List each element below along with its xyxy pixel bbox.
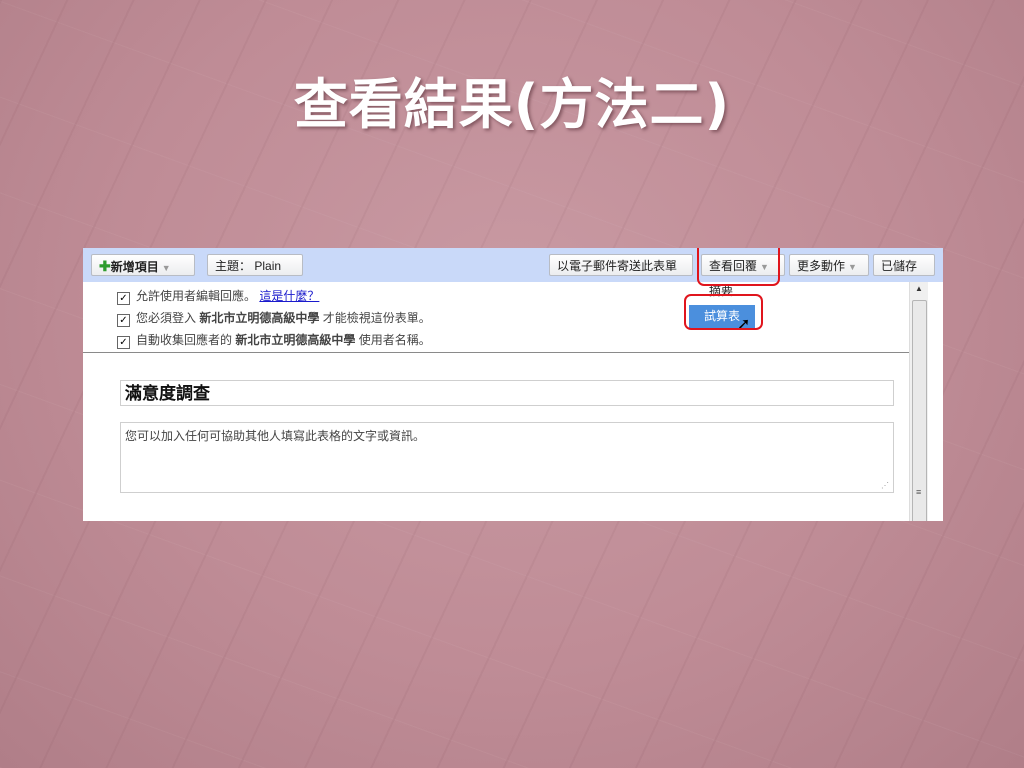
vertical-scrollbar[interactable]: ▲ ≡	[909, 282, 928, 521]
organization-name: 新北市立明德高級中學	[235, 333, 356, 347]
grip-icon: ≡	[916, 487, 921, 497]
plus-icon: ✚	[99, 258, 111, 274]
add-item-button[interactable]: ✚新增項目 ▼	[91, 254, 195, 276]
highlight-spreadsheet	[684, 294, 763, 330]
collect-username-row: ✓ 自動收集回應者的 新北市立明德高級中學 使用者名稱。	[117, 330, 431, 352]
collect-username-checkbox[interactable]: ✓	[117, 336, 130, 349]
organization-name: 新北市立明德高級中學	[199, 311, 320, 325]
email-form-button[interactable]: 以電子郵件寄送此表單	[549, 254, 693, 276]
saved-button[interactable]: 已儲存	[873, 254, 935, 276]
highlight-view-responses	[697, 248, 780, 286]
allow-edit-row: ✓ 允許使用者編輯回應。 這是什麼？	[117, 286, 431, 308]
google-form-editor-screenshot: ✚新增項目 ▼ 主題： Plain 以電子郵件寄送此表單 查看回覆 ▼ 更多動作 ▼ …	[83, 248, 943, 521]
form-toolbar: ✚新增項目 ▼ 主題： Plain 以電子郵件寄送此表單 查看回覆 ▼ 更多動作 ▼ …	[83, 248, 943, 282]
what-is-this-link[interactable]: 這是什麼？	[259, 289, 319, 303]
form-title-field[interactable]: 滿意度調查	[120, 380, 894, 406]
require-sign-in-checkbox[interactable]: ✓	[117, 314, 130, 327]
more-actions-button[interactable]: 更多動作 ▼	[789, 254, 869, 276]
theme-value: Plain	[254, 259, 282, 273]
resize-handle-icon[interactable]: ⋰	[881, 481, 889, 490]
slide-title: 查看結果(方法二)	[293, 73, 731, 136]
theme-button[interactable]: 主題： Plain	[207, 254, 303, 276]
form-settings: ✓ 允許使用者編輯回應。 這是什麼？ ✓ 您必須登入 新北市立明德高級中學 才能檢視…	[117, 286, 431, 352]
theme-label: 主題：	[215, 259, 252, 273]
section-divider	[83, 352, 909, 353]
chevron-down-icon: ▼	[848, 262, 857, 272]
scroll-up-arrow-icon[interactable]: ▲	[910, 284, 928, 293]
allow-edit-checkbox[interactable]: ✓	[117, 292, 130, 305]
chevron-down-icon: ▼	[161, 263, 171, 273]
form-description-field[interactable]: 您可以加入任何可協助其他人填寫此表格的文字或資訊。 ⋰	[120, 422, 894, 493]
require-sign-in-row: ✓ 您必須登入 新北市立明德高級中學 才能檢視這份表單。	[117, 308, 431, 330]
scrollbar-thumb[interactable]: ≡	[912, 300, 927, 521]
